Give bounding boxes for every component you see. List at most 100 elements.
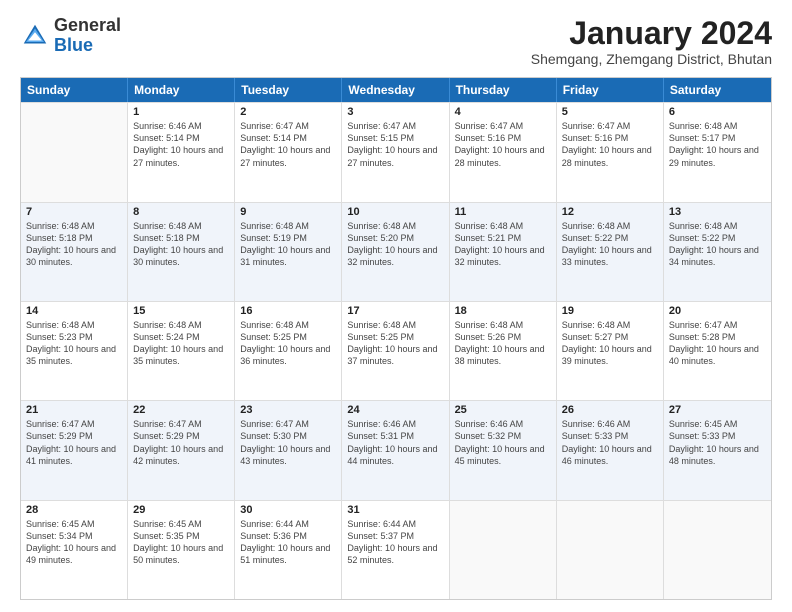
calendar-cell: 28 Sunrise: 6:45 AM Sunset: 5:34 PM Dayli…: [21, 501, 128, 599]
day-number: 4: [455, 106, 551, 118]
calendar-cell: 30 Sunrise: 6:44 AM Sunset: 5:36 PM Dayli…: [235, 501, 342, 599]
day-number: 24: [347, 404, 443, 416]
day-number: 25: [455, 404, 551, 416]
day-info: Sunrise: 6:48 AM Sunset: 5:22 PM Dayligh…: [562, 220, 658, 269]
calendar-cell: 18Sunrise: 6:48 AM Sunset: 5:26 PM Dayli…: [450, 302, 557, 400]
calendar-cell: 9 Sunrise: 6:48 AM Sunset: 5:19 PM Daylig…: [235, 203, 342, 301]
calendar-cell: 1Sunrise: 6:46 AM Sunset: 5:14 PM Daylig…: [128, 103, 235, 201]
day-info: Sunrise: 6:48 AM Sunset: 5:18 PM Dayligh…: [133, 220, 229, 269]
weekday-header: Friday: [557, 78, 664, 102]
day-number: 14: [26, 305, 122, 317]
calendar-cell: 14Sunrise: 6:48 AM Sunset: 5:23 PM Dayli…: [21, 302, 128, 400]
day-number: 22: [133, 404, 229, 416]
calendar-cell: [664, 501, 771, 599]
calendar-cell: 12Sunrise: 6:48 AM Sunset: 5:22 PM Dayli…: [557, 203, 664, 301]
month-year: January 2024: [531, 16, 772, 51]
day-info: Sunrise: 6:47 AM Sunset: 5:15 PM Dayligh…: [347, 120, 443, 169]
calendar-cell: 26 Sunrise: 6:46 AM Sunset: 5:33 PM Dayli…: [557, 401, 664, 499]
day-info: Sunrise: 6:47 AM Sunset: 5:16 PM Dayligh…: [455, 120, 551, 169]
calendar: SundayMondayTuesdayWednesdayThursdayFrid…: [20, 77, 772, 600]
calendar-cell: 17 Sunrise: 6:48 AM Sunset: 5:25 PM Dayli…: [342, 302, 449, 400]
calendar-cell: 4 Sunrise: 6:47 AM Sunset: 5:16 PM Daylig…: [450, 103, 557, 201]
day-number: 23: [240, 404, 336, 416]
day-number: 6: [669, 106, 766, 118]
day-number: 30: [240, 504, 336, 516]
day-info: Sunrise: 6:48 AM Sunset: 5:24 PM Dayligh…: [133, 319, 229, 368]
calendar-cell: 6 Sunrise: 6:48 AM Sunset: 5:17 PM Daylig…: [664, 103, 771, 201]
day-number: 8: [133, 206, 229, 218]
day-number: 9: [240, 206, 336, 218]
day-number: 26: [562, 404, 658, 416]
day-info: Sunrise: 6:48 AM Sunset: 5:21 PM Dayligh…: [455, 220, 551, 269]
weekday-header: Wednesday: [342, 78, 449, 102]
day-number: 29: [133, 504, 229, 516]
day-info: Sunrise: 6:48 AM Sunset: 5:19 PM Dayligh…: [240, 220, 336, 269]
day-number: 16: [240, 305, 336, 317]
calendar-cell: 13 Sunrise: 6:48 AM Sunset: 5:22 PM Dayli…: [664, 203, 771, 301]
calendar-row: 21 Sunrise: 6:47 AM Sunset: 5:29 PM Dayli…: [21, 400, 771, 499]
day-number: 20: [669, 305, 766, 317]
header: General Blue January 2024 Shemgang, Zhem…: [20, 16, 772, 67]
weekday-header: Thursday: [450, 78, 557, 102]
calendar-cell: [21, 103, 128, 201]
day-info: Sunrise: 6:47 AM Sunset: 5:29 PM Dayligh…: [26, 418, 122, 467]
day-number: 3: [347, 106, 443, 118]
day-number: 19: [562, 305, 658, 317]
day-info: Sunrise: 6:44 AM Sunset: 5:36 PM Dayligh…: [240, 518, 336, 567]
weekday-header: Saturday: [664, 78, 771, 102]
day-info: Sunrise: 6:46 AM Sunset: 5:32 PM Dayligh…: [455, 418, 551, 467]
day-number: 17: [347, 305, 443, 317]
calendar-cell: 21 Sunrise: 6:47 AM Sunset: 5:29 PM Dayli…: [21, 401, 128, 499]
logo-icon: [20, 21, 50, 51]
location: Shemgang, Zhemgang District, Bhutan: [531, 51, 772, 67]
calendar-row: 7Sunrise: 6:48 AM Sunset: 5:18 PM Daylig…: [21, 202, 771, 301]
calendar-body: 1Sunrise: 6:46 AM Sunset: 5:14 PM Daylig…: [21, 102, 771, 599]
day-number: 10: [347, 206, 443, 218]
calendar-cell: 11 Sunrise: 6:48 AM Sunset: 5:21 PM Dayli…: [450, 203, 557, 301]
day-number: 1: [133, 106, 229, 118]
day-info: Sunrise: 6:46 AM Sunset: 5:33 PM Dayligh…: [562, 418, 658, 467]
calendar-cell: [450, 501, 557, 599]
calendar-cell: 7Sunrise: 6:48 AM Sunset: 5:18 PM Daylig…: [21, 203, 128, 301]
day-number: 2: [240, 106, 336, 118]
logo-text: General Blue: [54, 16, 121, 56]
calendar-cell: 3 Sunrise: 6:47 AM Sunset: 5:15 PM Daylig…: [342, 103, 449, 201]
day-number: 31: [347, 504, 443, 516]
day-info: Sunrise: 6:48 AM Sunset: 5:25 PM Dayligh…: [347, 319, 443, 368]
day-info: Sunrise: 6:48 AM Sunset: 5:17 PM Dayligh…: [669, 120, 766, 169]
day-number: 21: [26, 404, 122, 416]
logo: General Blue: [20, 16, 121, 56]
day-info: Sunrise: 6:45 AM Sunset: 5:33 PM Dayligh…: [669, 418, 766, 467]
day-info: Sunrise: 6:45 AM Sunset: 5:34 PM Dayligh…: [26, 518, 122, 567]
title-block: January 2024 Shemgang, Zhemgang District…: [531, 16, 772, 67]
calendar-cell: 5Sunrise: 6:47 AM Sunset: 5:16 PM Daylig…: [557, 103, 664, 201]
day-info: Sunrise: 6:48 AM Sunset: 5:18 PM Dayligh…: [26, 220, 122, 269]
calendar-cell: 8 Sunrise: 6:48 AM Sunset: 5:18 PM Daylig…: [128, 203, 235, 301]
day-number: 28: [26, 504, 122, 516]
calendar-cell: 29 Sunrise: 6:45 AM Sunset: 5:35 PM Dayli…: [128, 501, 235, 599]
day-info: Sunrise: 6:45 AM Sunset: 5:35 PM Dayligh…: [133, 518, 229, 567]
day-info: Sunrise: 6:47 AM Sunset: 5:16 PM Dayligh…: [562, 120, 658, 169]
weekday-header: Tuesday: [235, 78, 342, 102]
calendar-cell: 31Sunrise: 6:44 AM Sunset: 5:37 PM Dayli…: [342, 501, 449, 599]
day-info: Sunrise: 6:46 AM Sunset: 5:31 PM Dayligh…: [347, 418, 443, 467]
day-info: Sunrise: 6:48 AM Sunset: 5:25 PM Dayligh…: [240, 319, 336, 368]
day-number: 13: [669, 206, 766, 218]
calendar-cell: 23 Sunrise: 6:47 AM Sunset: 5:30 PM Dayli…: [235, 401, 342, 499]
calendar-cell: 15 Sunrise: 6:48 AM Sunset: 5:24 PM Dayli…: [128, 302, 235, 400]
day-number: 11: [455, 206, 551, 218]
weekday-header: Sunday: [21, 78, 128, 102]
calendar-cell: 20 Sunrise: 6:47 AM Sunset: 5:28 PM Dayli…: [664, 302, 771, 400]
day-info: Sunrise: 6:47 AM Sunset: 5:29 PM Dayligh…: [133, 418, 229, 467]
day-info: Sunrise: 6:48 AM Sunset: 5:26 PM Dayligh…: [455, 319, 551, 368]
calendar-cell: 16 Sunrise: 6:48 AM Sunset: 5:25 PM Dayli…: [235, 302, 342, 400]
day-info: Sunrise: 6:47 AM Sunset: 5:28 PM Dayligh…: [669, 319, 766, 368]
calendar-cell: 24 Sunrise: 6:46 AM Sunset: 5:31 PM Dayli…: [342, 401, 449, 499]
calendar-header: SundayMondayTuesdayWednesdayThursdayFrid…: [21, 78, 771, 102]
day-number: 15: [133, 305, 229, 317]
calendar-row: 28 Sunrise: 6:45 AM Sunset: 5:34 PM Dayli…: [21, 500, 771, 599]
day-info: Sunrise: 6:48 AM Sunset: 5:22 PM Dayligh…: [669, 220, 766, 269]
day-info: Sunrise: 6:47 AM Sunset: 5:30 PM Dayligh…: [240, 418, 336, 467]
day-info: Sunrise: 6:47 AM Sunset: 5:14 PM Dayligh…: [240, 120, 336, 169]
weekday-header: Monday: [128, 78, 235, 102]
